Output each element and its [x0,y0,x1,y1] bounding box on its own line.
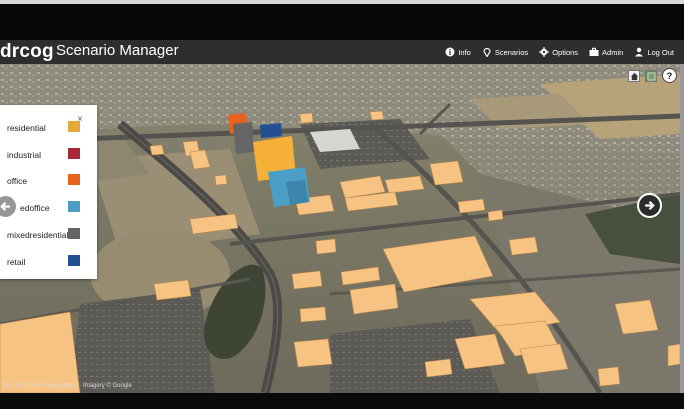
legend-swatch-mixedresidential [68,228,80,239]
map-layers-button[interactable] [645,70,657,82]
briefcase-icon [589,47,599,56]
header-spacer [0,4,684,40]
next-view-button[interactable] [637,193,662,218]
aerial-imagery [0,64,680,393]
nav-info-label: Info [458,47,471,57]
nav-admin[interactable]: Admin [589,47,623,57]
legend-swatch-retail [68,255,80,266]
nav-options[interactable]: Options [539,47,578,57]
gear-icon [539,47,549,57]
legend-swatch-industrial [68,148,80,159]
nav-logout[interactable]: Log Out [634,47,674,57]
app-title: Scenario Manager [56,42,179,59]
bottom-band [0,393,684,409]
nav-scenarios-label: Scenarios [494,47,529,57]
3d-map-view[interactable] [0,64,680,393]
page-scrollbar[interactable] [680,64,684,393]
legend-label-edoffice: edoffice [20,203,50,213]
help-button[interactable]: ? [662,68,677,83]
nav-scenarios[interactable]: Scenarios [482,47,528,57]
legend-label-retail: retail [7,257,26,267]
nav-info[interactable]: Info [445,47,471,57]
arrow-left-icon [0,201,10,212]
nav-options-label: Options [552,47,579,57]
nav-menu: Info Scenarios Options Admin Log Out [445,40,674,64]
legend-label-industrial: industrial [7,150,42,160]
legend-label-residential: residential [7,123,46,133]
map-layers-icon [647,72,655,80]
legend-label-mixedresidential: mixedresidential [7,230,69,240]
nav-admin-label: Admin [602,47,624,57]
drcog-logo[interactable]: drcog [0,41,54,63]
map-attribution: Esri, Earthstar Geographics · Imagery © … [4,383,132,389]
legend-swatch-edoffice [68,201,80,212]
map-pin-icon [483,47,491,57]
info-icon [445,47,455,57]
legend-label-office: office [7,176,28,186]
user-icon [635,47,644,57]
nav-logout-label: Log Out [647,47,674,57]
legend-swatch-office [68,174,80,185]
arrow-right-icon [645,200,655,211]
legend-swatch-residential [68,121,80,132]
home-button[interactable] [628,70,640,82]
home-icon [630,72,638,80]
